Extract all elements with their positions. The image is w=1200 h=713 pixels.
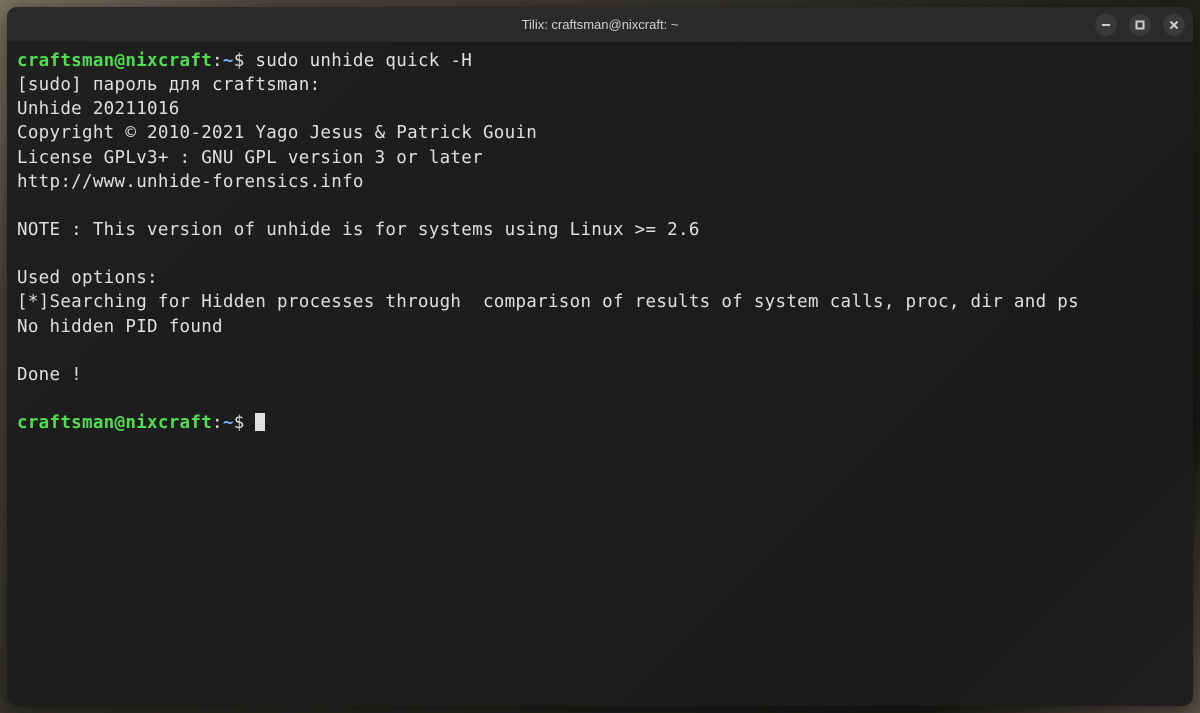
prompt-user-host: craftsman@nixcraft — [17, 51, 212, 71]
prompt-dollar: $ — [234, 413, 256, 433]
output-line: No hidden PID found — [17, 317, 223, 337]
output-line: http://www.unhide-forensics.info — [17, 172, 364, 192]
terminal-body[interactable]: craftsman@nixcraft:~$ sudo unhide quick … — [7, 43, 1193, 706]
titlebar[interactable]: Tilix: craftsman@nixcraft: ~ — [7, 7, 1193, 43]
output-line: [*]Searching for Hidden processes throug… — [17, 292, 1079, 312]
close-icon — [1169, 20, 1179, 30]
output-line: Done ! — [17, 365, 82, 385]
prompt-separator: : — [212, 413, 223, 433]
minimize-button[interactable] — [1095, 14, 1117, 36]
output-line: Used options: — [17, 268, 169, 288]
output-line: Copyright © 2010-2021 Yago Jesus & Patri… — [17, 123, 537, 143]
prompt-path: ~ — [223, 413, 234, 433]
prompt-line-1: craftsman@nixcraft:~$ sudo unhide quick … — [17, 51, 472, 71]
prompt-line-2: craftsman@nixcraft:~$ — [17, 413, 255, 433]
close-button[interactable] — [1163, 14, 1185, 36]
output-line: Unhide 20211016 — [17, 99, 180, 119]
output-line: [sudo] пароль для craftsman: — [17, 75, 331, 95]
command-text: sudo unhide quick -H — [255, 51, 472, 71]
cursor — [255, 413, 265, 431]
prompt-user-host: craftsman@nixcraft — [17, 413, 212, 433]
prompt-path: ~ — [223, 51, 234, 71]
maximize-button[interactable] — [1129, 14, 1151, 36]
terminal-window: Tilix: craftsman@nixcraft: ~ craftsman@n… — [7, 7, 1193, 706]
minimize-icon — [1101, 20, 1111, 30]
prompt-dollar: $ — [234, 51, 256, 71]
window-controls — [1095, 14, 1185, 36]
prompt-separator: : — [212, 51, 223, 71]
output-line: NOTE : This version of unhide is for sys… — [17, 220, 700, 240]
window-title: Tilix: craftsman@nixcraft: ~ — [522, 17, 679, 32]
maximize-icon — [1135, 20, 1145, 30]
output-line: License GPLv3+ : GNU GPL version 3 or la… — [17, 148, 483, 168]
